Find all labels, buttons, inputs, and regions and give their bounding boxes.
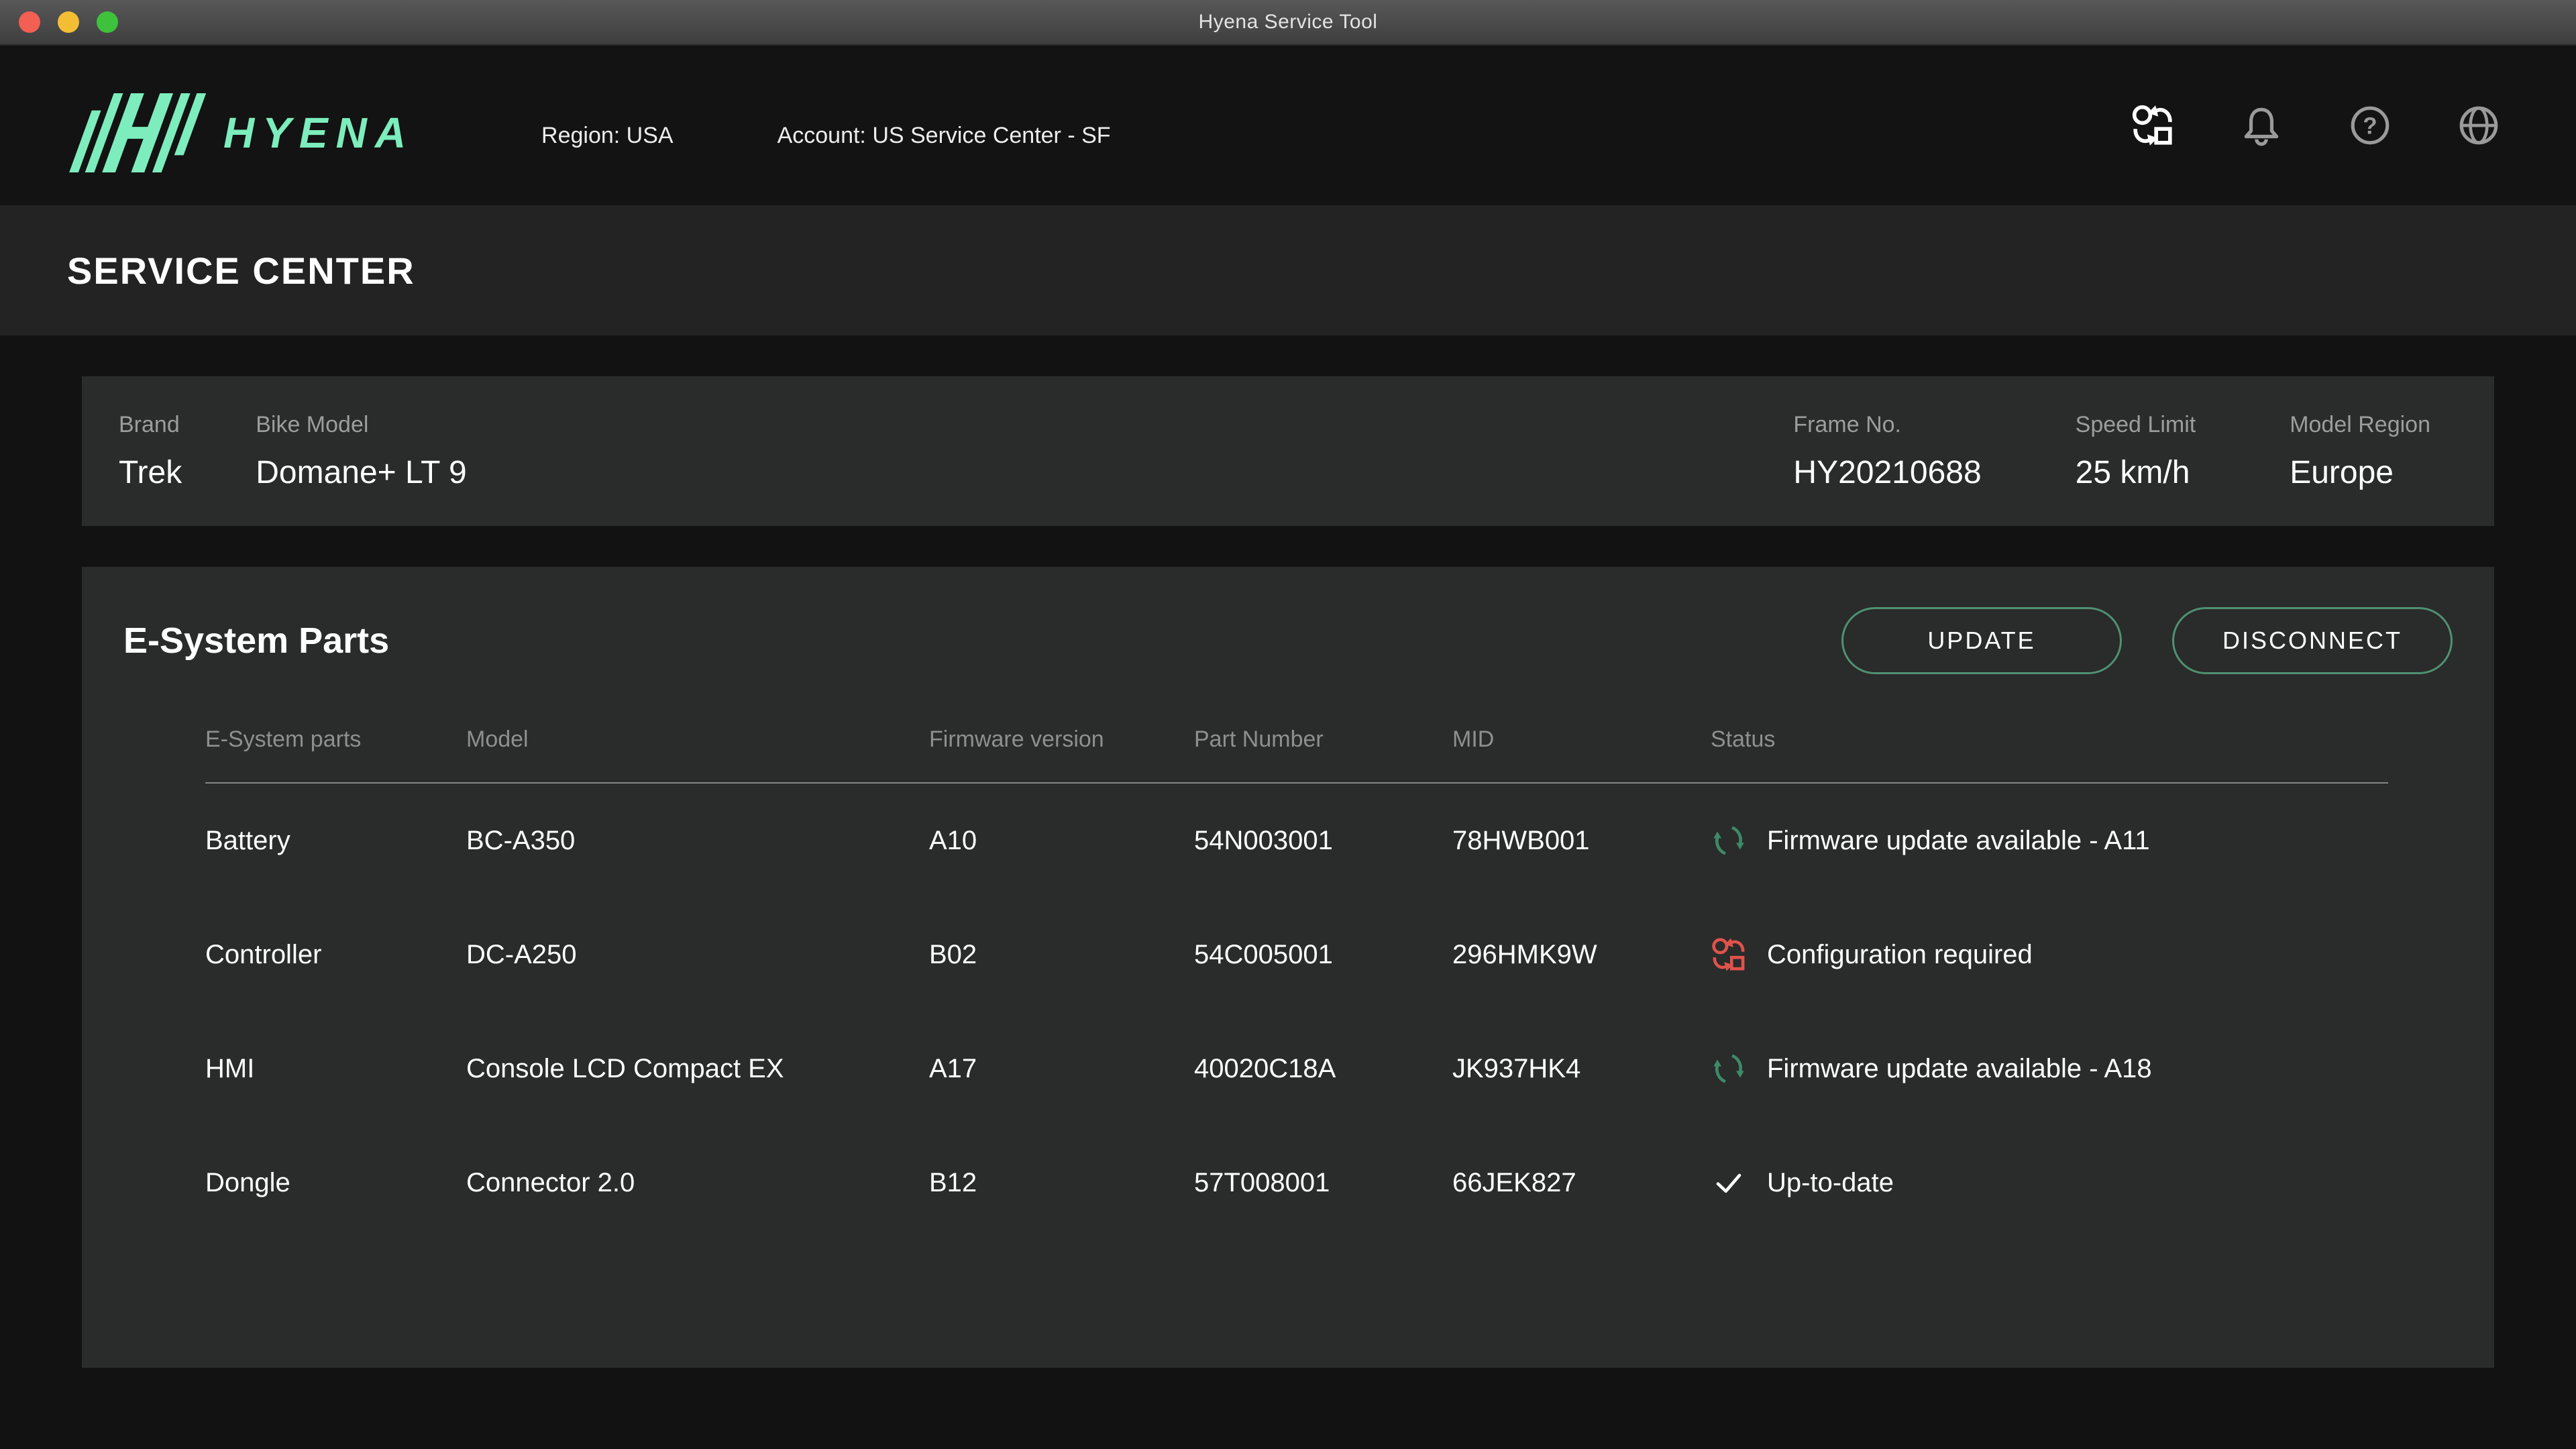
table-row: HMI Console LCD Compact EX A17 40020C18A… xyxy=(205,1012,2388,1126)
header-icons xyxy=(2131,103,2501,148)
hyena-logo: HYENA xyxy=(64,93,414,172)
col-header-status: Status xyxy=(1711,727,2388,753)
cell-status: Firmware update available - A18 xyxy=(1711,1051,2388,1087)
cell-model: Connector 2.0 xyxy=(466,1168,929,1198)
cell-part-number: 54N003001 xyxy=(1194,826,1452,856)
bike-info-field-speed-limit: Speed Limit 25 km/h xyxy=(2076,412,2196,491)
page-title-band: SERVICE CENTER xyxy=(0,205,2576,335)
cell-mid: 296HMK9W xyxy=(1452,940,1711,970)
cell-firmware: B02 xyxy=(929,940,1194,970)
col-header-part-number: Part Number xyxy=(1194,727,1452,753)
cell-part: Battery xyxy=(205,826,466,856)
cell-model: DC-A250 xyxy=(466,940,929,970)
cell-status: Configuration required xyxy=(1711,936,2388,973)
region-label: Region: USA xyxy=(541,123,674,149)
cell-firmware: A17 xyxy=(929,1054,1194,1084)
cell-mid: 78HWB001 xyxy=(1452,826,1711,856)
panel-title: E-System Parts xyxy=(123,620,389,661)
cell-mid: JK937HK4 xyxy=(1452,1054,1711,1084)
configuration-required-icon xyxy=(1711,936,1747,973)
disconnect-button[interactable]: DISCONNECT xyxy=(2172,607,2453,674)
update-button[interactable]: UPDATE xyxy=(1841,607,2122,674)
notifications-bell-icon[interactable] xyxy=(2239,103,2284,148)
cell-status: Firmware update available - A11 xyxy=(1711,822,2388,859)
cell-part-number: 54C005001 xyxy=(1194,940,1452,970)
window-titlebar: Hyena Service Tool xyxy=(0,0,2576,46)
col-header-firmware-version: Firmware version xyxy=(929,727,1194,753)
cell-model: BC-A350 xyxy=(466,826,929,856)
table-row: Battery BC-A350 A10 54N003001 78HWB001 F… xyxy=(205,784,2388,898)
account-label: Account: US Service Center - SF xyxy=(777,123,1111,149)
cell-part: Controller xyxy=(205,940,466,970)
status-text: Firmware update available - A18 xyxy=(1767,1054,2152,1084)
table-row: Dongle Connector 2.0 B12 57T008001 66JEK… xyxy=(205,1126,2388,1240)
up-to-date-check-icon xyxy=(1711,1165,1747,1201)
parts-table-header: E-System parts Model Firmware version Pa… xyxy=(205,727,2388,784)
status-text: Firmware update available - A11 xyxy=(1767,826,2150,856)
cell-model: Console LCD Compact EX xyxy=(466,1054,929,1084)
field-label: Bike Model xyxy=(256,412,466,438)
cell-mid: 66JEK827 xyxy=(1452,1168,1711,1198)
field-value: Trek xyxy=(119,454,182,491)
hyena-logo-text: HYENA xyxy=(223,108,414,158)
firmware-update-sync-icon xyxy=(1711,822,1747,859)
bike-info-field-frame-no: Frame No. HY20210688 xyxy=(1793,412,1981,491)
hyena-logo-mark-icon xyxy=(64,93,213,172)
language-globe-icon[interactable] xyxy=(2457,103,2501,148)
col-header-mid: MID xyxy=(1452,727,1711,753)
window-title: Hyena Service Tool xyxy=(0,11,2576,34)
firmware-update-sync-icon xyxy=(1711,1051,1747,1087)
col-header-model: Model xyxy=(466,727,929,753)
cell-firmware: A10 xyxy=(929,826,1194,856)
status-text: Up-to-date xyxy=(1767,1168,1894,1198)
bike-info-field-model-region: Model Region Europe xyxy=(2290,412,2430,491)
cell-part: Dongle xyxy=(205,1168,466,1198)
field-value: 25 km/h xyxy=(2076,454,2196,491)
help-icon[interactable] xyxy=(2348,103,2392,148)
cell-firmware: B12 xyxy=(929,1168,1194,1198)
cell-part: HMI xyxy=(205,1054,466,1084)
bike-info-field-bike-model: Bike Model Domane+ LT 9 xyxy=(256,412,466,491)
field-label: Frame No. xyxy=(1793,412,1981,438)
e-system-parts-panel: E-System Parts UPDATE DISCONNECT E-Syste… xyxy=(82,567,2494,1368)
app-header: HYENA Region: USA Account: US Service Ce… xyxy=(0,46,2576,205)
page-title: SERVICE CENTER xyxy=(67,249,415,292)
bike-info-bar: Brand Trek Bike Model Domane+ LT 9 Frame… xyxy=(82,376,2494,526)
field-value: Europe xyxy=(2290,454,2430,491)
parts-table: E-System parts Model Firmware version Pa… xyxy=(205,727,2388,1240)
field-label: Speed Limit xyxy=(2076,412,2196,438)
table-row: Controller DC-A250 B02 54C005001 296HMK9… xyxy=(205,898,2388,1012)
cell-part-number: 40020C18A xyxy=(1194,1054,1452,1084)
cell-status: Up-to-date xyxy=(1711,1165,2388,1201)
field-label: Brand xyxy=(119,412,182,438)
swap-devices-icon[interactable] xyxy=(2131,103,2175,148)
col-header-e-system-parts: E-System parts xyxy=(205,727,466,753)
bike-info-field-brand: Brand Trek xyxy=(119,412,182,491)
field-value: Domane+ LT 9 xyxy=(256,454,466,491)
field-value: HY20210688 xyxy=(1793,454,1981,491)
parts-table-body: Battery BC-A350 A10 54N003001 78HWB001 F… xyxy=(205,784,2388,1240)
cell-part-number: 57T008001 xyxy=(1194,1168,1452,1198)
field-label: Model Region xyxy=(2290,412,2430,438)
status-text: Configuration required xyxy=(1767,940,2033,970)
